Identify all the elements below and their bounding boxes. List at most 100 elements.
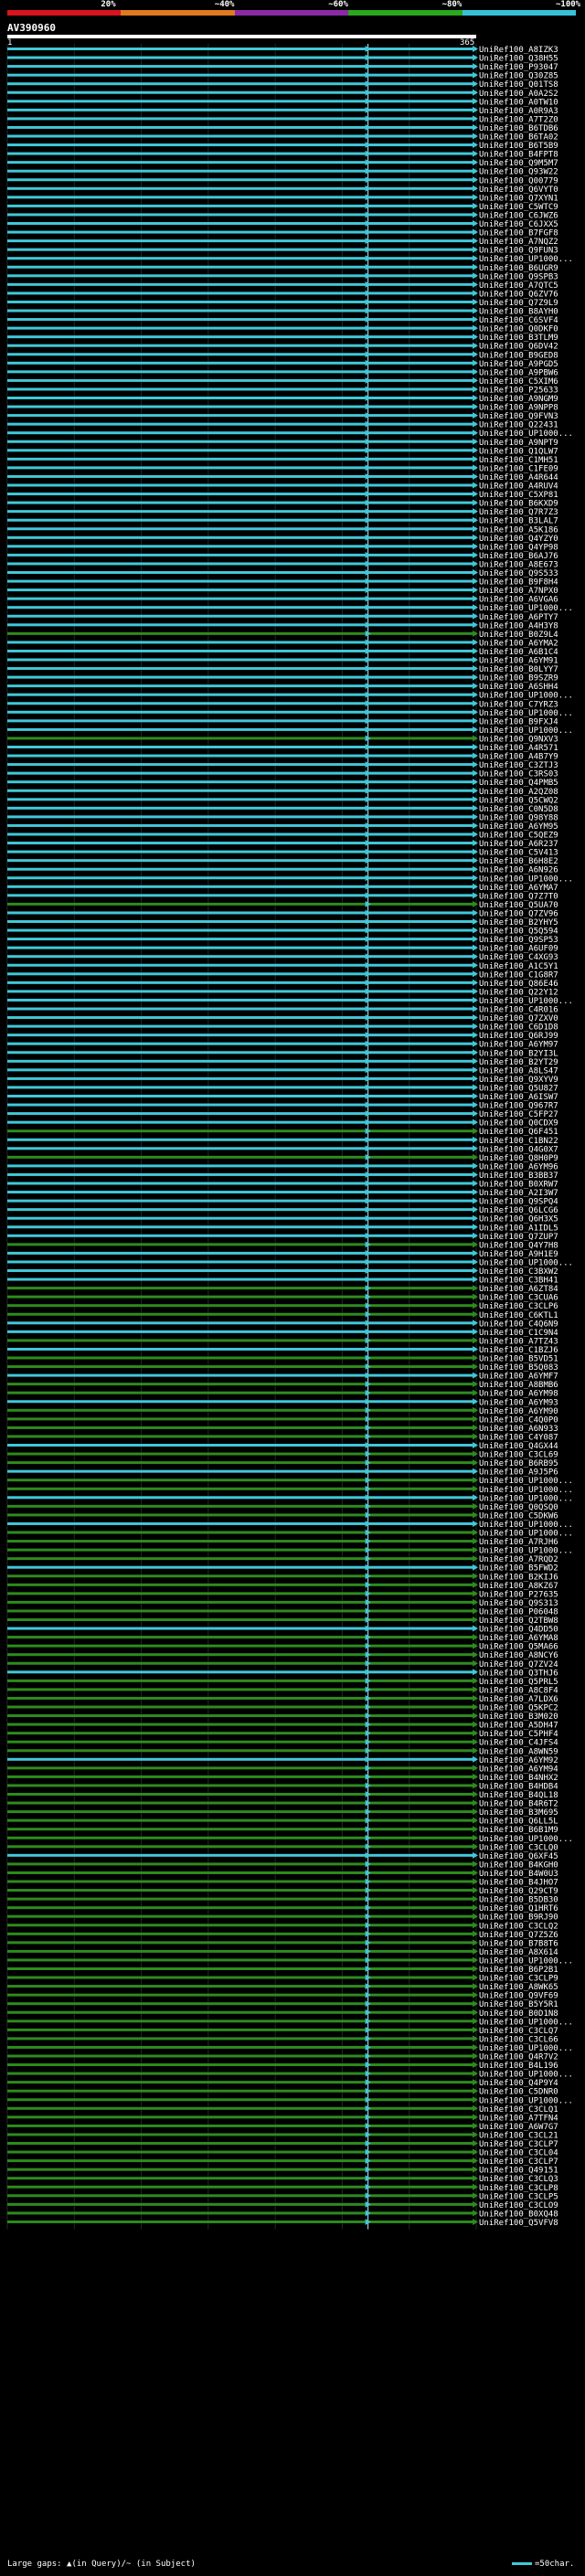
- hit-end-arrow: [473, 1581, 478, 1588]
- hit-bar: [7, 972, 476, 976]
- hit-end-arrow: [473, 508, 478, 515]
- hit-end-arrow: [473, 281, 478, 288]
- hit-end-arrow: [473, 447, 478, 454]
- hit-bar: [7, 1557, 476, 1561]
- hit-end-arrow: [473, 2087, 478, 2094]
- hit-label: UniRef100_C3CL04: [479, 2149, 558, 2158]
- hit-bar: [7, 186, 476, 190]
- hit-label: UniRef100_A6YMA2: [479, 639, 558, 648]
- hit-bar: [7, 990, 476, 993]
- hit-bar: [7, 56, 476, 59]
- hit-label: UniRef100_A7TZ43: [479, 1337, 558, 1346]
- hit-bar: [7, 2045, 476, 2049]
- hit-end-arrow: [473, 673, 478, 681]
- hit-label: UniRef100_A6YM96: [479, 1162, 558, 1171]
- hit-label: UniRef100_B8AYH0: [479, 308, 558, 317]
- hit-label: UniRef100_C5QEZ9: [479, 832, 558, 841]
- hit-label: UniRef100_UP1000...: [479, 1956, 573, 1966]
- hit-end-arrow: [473, 2070, 478, 2077]
- hit-bar: [7, 1784, 476, 1787]
- hit-bar: [7, 1383, 476, 1386]
- hit-label: UniRef100_A7RQD2: [479, 1555, 558, 1564]
- hit-label: UniRef100_A1C5Y1: [479, 962, 558, 971]
- hit-end-arrow: [473, 246, 478, 253]
- hit-bar: [7, 1076, 476, 1080]
- hit-label: UniRef100_Q9FVN3: [479, 412, 558, 421]
- hit-bar: [7, 405, 476, 408]
- hit-bar: [7, 1059, 476, 1063]
- hit-end-arrow: [473, 848, 478, 855]
- hit-bar: [7, 1828, 476, 1831]
- hit-label: UniRef100_B4JHO7: [479, 1879, 558, 1888]
- hit-end-arrow: [473, 272, 478, 280]
- hit-end-arrow: [473, 1328, 478, 1335]
- hit-label: UniRef100_Q6VYT0: [479, 186, 558, 195]
- hit-end-arrow: [473, 1128, 478, 1135]
- hit-label: UniRef100_Q8H0P9: [479, 1154, 558, 1163]
- hit-bar: [7, 606, 476, 610]
- hit-label: UniRef100_UP1000...: [479, 997, 573, 1006]
- hit-label: UniRef100_B6P2B1: [479, 1966, 558, 1975]
- hit-bar: [7, 2220, 476, 2223]
- hit-bar: [7, 2054, 476, 2058]
- hit-end-arrow: [473, 656, 478, 663]
- hit-bar: [7, 1967, 476, 1970]
- hit-bar: [7, 1312, 476, 1316]
- hit-bar: [7, 1949, 476, 1953]
- hit-label: UniRef100_A6N926: [479, 866, 558, 875]
- hit-end-arrow: [473, 604, 478, 611]
- hit-end-arrow: [473, 1267, 478, 1274]
- hit-bar: [7, 920, 476, 923]
- hit-label: UniRef100_A0A2S2: [479, 90, 558, 99]
- hit-bar: [7, 754, 476, 758]
- hit-end-arrow: [473, 551, 478, 558]
- hit-label: UniRef100_C3BXW2: [479, 1267, 558, 1277]
- hit-label: UniRef100_Q5UA70: [479, 901, 558, 910]
- hit-label: UniRef100_C1BZJ6: [479, 1346, 558, 1355]
- hit-bar: [7, 1670, 476, 1674]
- hit-end-arrow: [473, 1249, 478, 1256]
- hit-bar: [7, 1661, 476, 1665]
- hit-end-arrow: [473, 691, 478, 698]
- hit-bar: [7, 1120, 476, 1124]
- hit-end-arrow: [473, 1459, 478, 1467]
- hit-end-arrow: [473, 1005, 478, 1012]
- hit-end-arrow: [473, 1765, 478, 1772]
- hit-end-arrow: [473, 1712, 478, 1720]
- hit-end-arrow: [473, 342, 478, 349]
- hit-label: UniRef100_B5FWD2: [479, 1564, 558, 1574]
- hit-end-arrow: [473, 1826, 478, 1833]
- hit-bar: [7, 518, 476, 522]
- hit-end-arrow: [473, 2175, 478, 2182]
- hit-bar: [7, 1540, 476, 1543]
- hit-label: UniRef100_Q4P9Y4: [479, 2079, 558, 2088]
- hit-label: UniRef100_C1BN22: [479, 1137, 558, 1146]
- hit-label: UniRef100_Q0CDX9: [479, 1119, 558, 1129]
- hit-bar: [7, 1766, 476, 1770]
- hit-bar: [7, 1155, 476, 1159]
- hit-end-arrow: [473, 630, 478, 637]
- hit-bar: [7, 1818, 476, 1822]
- hit-bar: [7, 1548, 476, 1552]
- hit-label: UniRef100_B4NHX2: [479, 1774, 558, 1783]
- hit-bar: [7, 2211, 476, 2215]
- hit-end-arrow: [473, 2052, 478, 2060]
- hit-end-arrow: [473, 2018, 478, 2025]
- hit-label: UniRef100_Q49151: [479, 2167, 558, 2176]
- hit-label: UniRef100_B7B8T6: [479, 1939, 558, 1948]
- hit-bar: [7, 125, 476, 129]
- hit-bar: [7, 1479, 476, 1482]
- hit-end-arrow: [473, 1118, 478, 1126]
- hit-end-arrow: [473, 472, 478, 480]
- hit-end-arrow: [473, 918, 478, 925]
- hit-label: UniRef100_Q5MA66: [479, 1643, 558, 1652]
- hit-bar: [7, 2133, 476, 2136]
- hit-label: UniRef100_A5DH47: [479, 1722, 558, 1731]
- hit-bar: [7, 318, 476, 322]
- hit-bar: [7, 1103, 476, 1107]
- hit-end-arrow: [473, 1659, 478, 1667]
- hit-bar: [7, 1583, 476, 1586]
- hit-bar: [7, 1086, 476, 1089]
- hit-bar: [7, 370, 476, 374]
- hit-end-arrow: [473, 1032, 478, 1039]
